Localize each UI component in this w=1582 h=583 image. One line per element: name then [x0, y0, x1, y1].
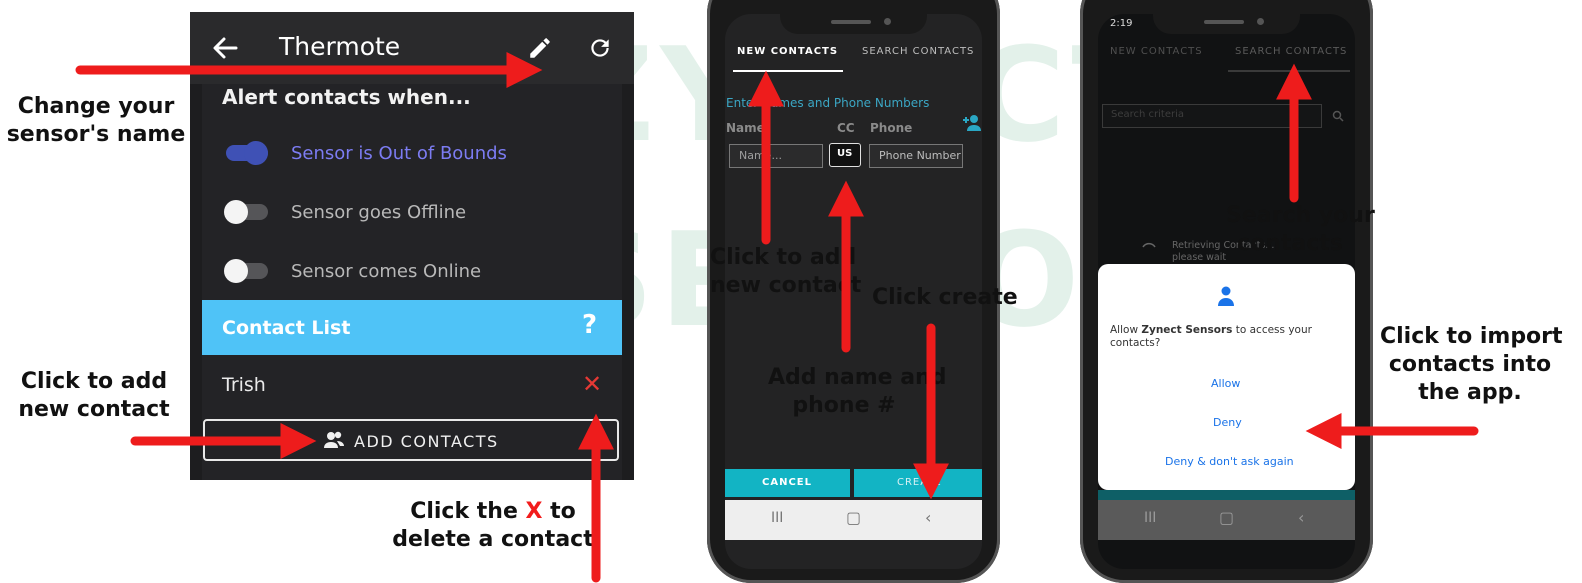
- annotation-arrows: [75, 52, 1479, 583]
